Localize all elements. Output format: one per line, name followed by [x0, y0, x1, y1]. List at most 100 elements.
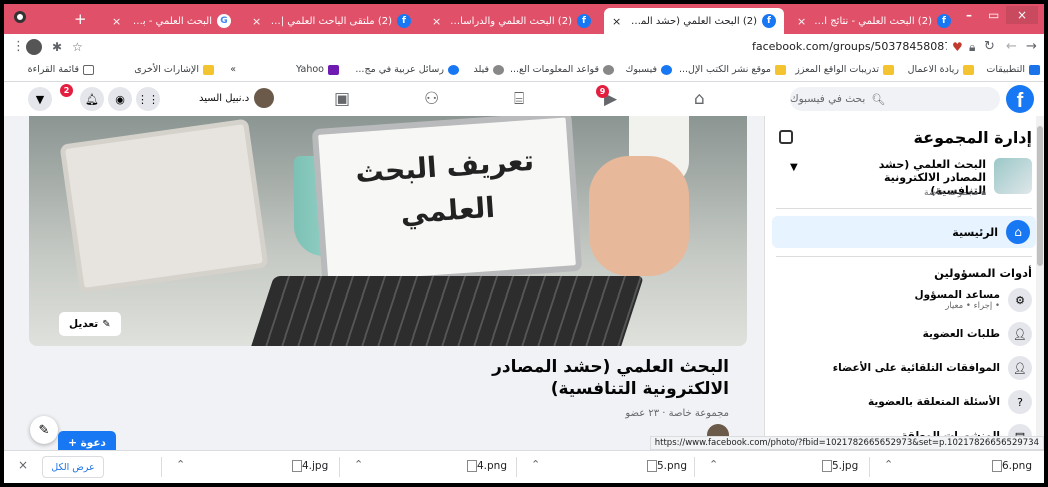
account-caret-icon[interactable]: ▼: [28, 87, 52, 111]
bookmark-label: رسائل عربية في مج...: [355, 64, 444, 75]
chevron-up-icon[interactable]: ⌃: [176, 458, 185, 471]
divider: [869, 457, 870, 477]
bookmark-arabic-theses[interactable]: رسائل عربية في مج...: [355, 64, 459, 75]
new-tab-button[interactable]: +: [74, 10, 87, 28]
sidebar-item-label: الرئيسية: [952, 225, 998, 239]
sidebar-item-home[interactable]: ⌂ الرئيسية: [772, 216, 1036, 248]
hand-image: [589, 156, 689, 276]
google-icon: G: [217, 14, 231, 28]
cover-photo[interactable]: تعريف البحث العلمي ✎ تعديل: [29, 116, 747, 346]
forward-icon[interactable]: ←: [1006, 39, 1017, 54]
edit-cover-button[interactable]: ✎ تعديل: [59, 312, 121, 336]
tab-search-results[interactable]: f (2) البحث العلمي - نتائج البحث | ×: [789, 8, 959, 34]
facebook-search[interactable]: 🔍︎ بحث في فيسبوك: [790, 87, 1000, 111]
compose-icon[interactable]: ✎: [30, 416, 58, 444]
file-icon: [647, 460, 657, 472]
divider: [516, 457, 517, 477]
download-item[interactable]: 4.jpg: [284, 460, 328, 472]
tab-search-icon[interactable]: [14, 11, 26, 23]
sidebar-item-sub: • إجراء • معيار: [945, 301, 1000, 311]
minimize-button[interactable]: –: [966, 8, 972, 22]
chevron-up-icon[interactable]: ⌃: [709, 458, 718, 471]
bookmark-field[interactable]: فيلد: [473, 64, 504, 75]
download-filename: 5.jpg: [832, 460, 859, 472]
download-filename: 4.jpg: [302, 460, 329, 472]
extensions-icon[interactable]: ✱: [52, 40, 62, 54]
download-item[interactable]: 5.jpg: [814, 460, 858, 472]
divider: [694, 457, 695, 477]
page-scrollbar[interactable]: [1036, 116, 1044, 456]
bookmark-yahoo[interactable]: Yahoo: [296, 64, 339, 75]
sidebar-item-membership-questions[interactable]: ? الأسئلة المتعلقة بالعضوية: [776, 390, 1032, 414]
close-icon[interactable]: ×: [612, 15, 621, 28]
sidebar-item-admin-assist[interactable]: ⚙ مساعد المسؤول • إجراء • معيار: [776, 288, 1032, 312]
keyboard-image: [248, 276, 644, 346]
home-nav-icon[interactable]: ⌂: [694, 89, 705, 109]
globe-icon: [603, 64, 614, 75]
cover-caption-line1: تعريف البحث: [354, 143, 535, 190]
reading-list-icon: [83, 64, 94, 75]
panel-toggle-icon[interactable]: [779, 130, 793, 144]
download-item[interactable]: 4.png: [459, 460, 507, 472]
window-close-button[interactable]: ×: [1006, 6, 1038, 24]
tab-research-studies[interactable]: f (2) البحث العلمي والدراسات الع ×: [424, 8, 599, 34]
search-input[interactable]: بحث في فيسبوك: [790, 93, 865, 105]
tab-researcher-forum[interactable]: f (2) ملتقى الباحث العلمي | book ×: [244, 8, 419, 34]
group-meta: مجموعة خاصة · ٢٣ عضو: [625, 408, 729, 419]
sidebar-item-label: الأسئلة المتعلقة بالعضوية: [868, 396, 1000, 408]
close-icon[interactable]: ×: [112, 15, 121, 28]
bookmark-label: Yahoo: [296, 64, 324, 75]
other-bookmarks[interactable]: الإشارات الأخرى: [134, 64, 214, 75]
facebook-logo[interactable]: f: [1006, 85, 1034, 113]
chevron-up-icon[interactable]: ⌃: [884, 458, 893, 471]
bookmark-databases[interactable]: قواعد المعلومات الع...: [510, 64, 614, 75]
profile-avatar-icon[interactable]: [26, 39, 42, 55]
reload-icon[interactable]: ↻: [984, 39, 995, 54]
notifications-bell-icon[interactable]: 🔔︎: [80, 87, 104, 111]
close-icon[interactable]: ×: [252, 15, 261, 28]
sidebar-item-auto-approvals[interactable]: 👤︎ الموافقات التلقائية على الأعضاء: [776, 356, 1032, 380]
group-title[interactable]: البحث العلمي (حشد المصادر الالكترونية ال…: [429, 356, 729, 400]
gaming-nav-icon[interactable]: ▣: [334, 89, 350, 109]
download-item[interactable]: 6.png: [984, 460, 1032, 472]
download-filename: 6.png: [1002, 460, 1033, 472]
home-icon: ⌂: [1006, 220, 1030, 244]
close-icon[interactable]: ×: [18, 458, 28, 472]
globe-icon: [493, 64, 504, 75]
bookmark-apps[interactable]: التطبيقات: [986, 64, 1040, 75]
chevron-up-icon[interactable]: ⌃: [354, 458, 363, 471]
close-icon[interactable]: ×: [797, 15, 806, 28]
auto-approve-icon: 👤︎: [1008, 356, 1032, 380]
bookmark-ebook-site[interactable]: موقع نشر الكتب الإل...: [679, 64, 786, 75]
heart-icon[interactable]: ♥: [952, 40, 963, 54]
groups-nav-icon[interactable]: ⚇: [424, 89, 439, 109]
menu-grid-icon[interactable]: ⋮⋮: [136, 87, 160, 111]
tab-active-group[interactable]: f (2) البحث العلمي (حشد المصادر ×: [604, 8, 784, 34]
maximize-button[interactable]: ▭: [988, 8, 999, 22]
marketplace-nav-icon[interactable]: ⌸: [514, 89, 524, 109]
bookmark-ar-trainings[interactable]: تدريبات الواقع المعزز: [795, 64, 894, 75]
menu-dots-icon[interactable]: ⋮: [12, 39, 25, 54]
scrollbar-thumb[interactable]: [1037, 126, 1043, 266]
close-icon[interactable]: ×: [432, 15, 441, 28]
download-item[interactable]: 5.png: [639, 460, 687, 472]
messenger-icon[interactable]: ◉: [108, 87, 132, 111]
bookmark-label: الإشارات الأخرى: [134, 64, 199, 75]
group-admin-sidebar: إدارة المجموعة البحث العلمي (حشد المصادر…: [764, 116, 1044, 456]
bookmark-facebook[interactable]: فيسبوك: [626, 64, 672, 75]
tab-google-search[interactable]: G البحث العلمي - بحث Google ×: [104, 8, 239, 34]
url-field[interactable]: facebook.com/groups/5037845808725: [752, 40, 947, 53]
facebook-icon: f: [937, 14, 951, 28]
chevron-up-icon[interactable]: ⌃: [531, 458, 540, 471]
group-thumbnail: [994, 158, 1032, 194]
sidebar-item-member-requests[interactable]: 👤︎ طلبات العضوية: [776, 322, 1032, 346]
back-icon[interactable]: →: [1026, 39, 1037, 54]
caret-down-icon[interactable]: ▼: [790, 162, 798, 173]
show-all-downloads-button[interactable]: عرض الكل: [42, 456, 104, 478]
bookmark-entrepreneurship[interactable]: ريادة الاعمال: [908, 64, 974, 75]
file-icon: [822, 460, 832, 472]
bookmark-star-icon[interactable]: ☆: [72, 40, 83, 54]
profile-chip[interactable]: د.نبيل السيد: [199, 88, 275, 108]
bookmarks-overflow[interactable]: »: [230, 64, 236, 75]
reading-list[interactable]: قائمة القراءة: [28, 64, 94, 75]
